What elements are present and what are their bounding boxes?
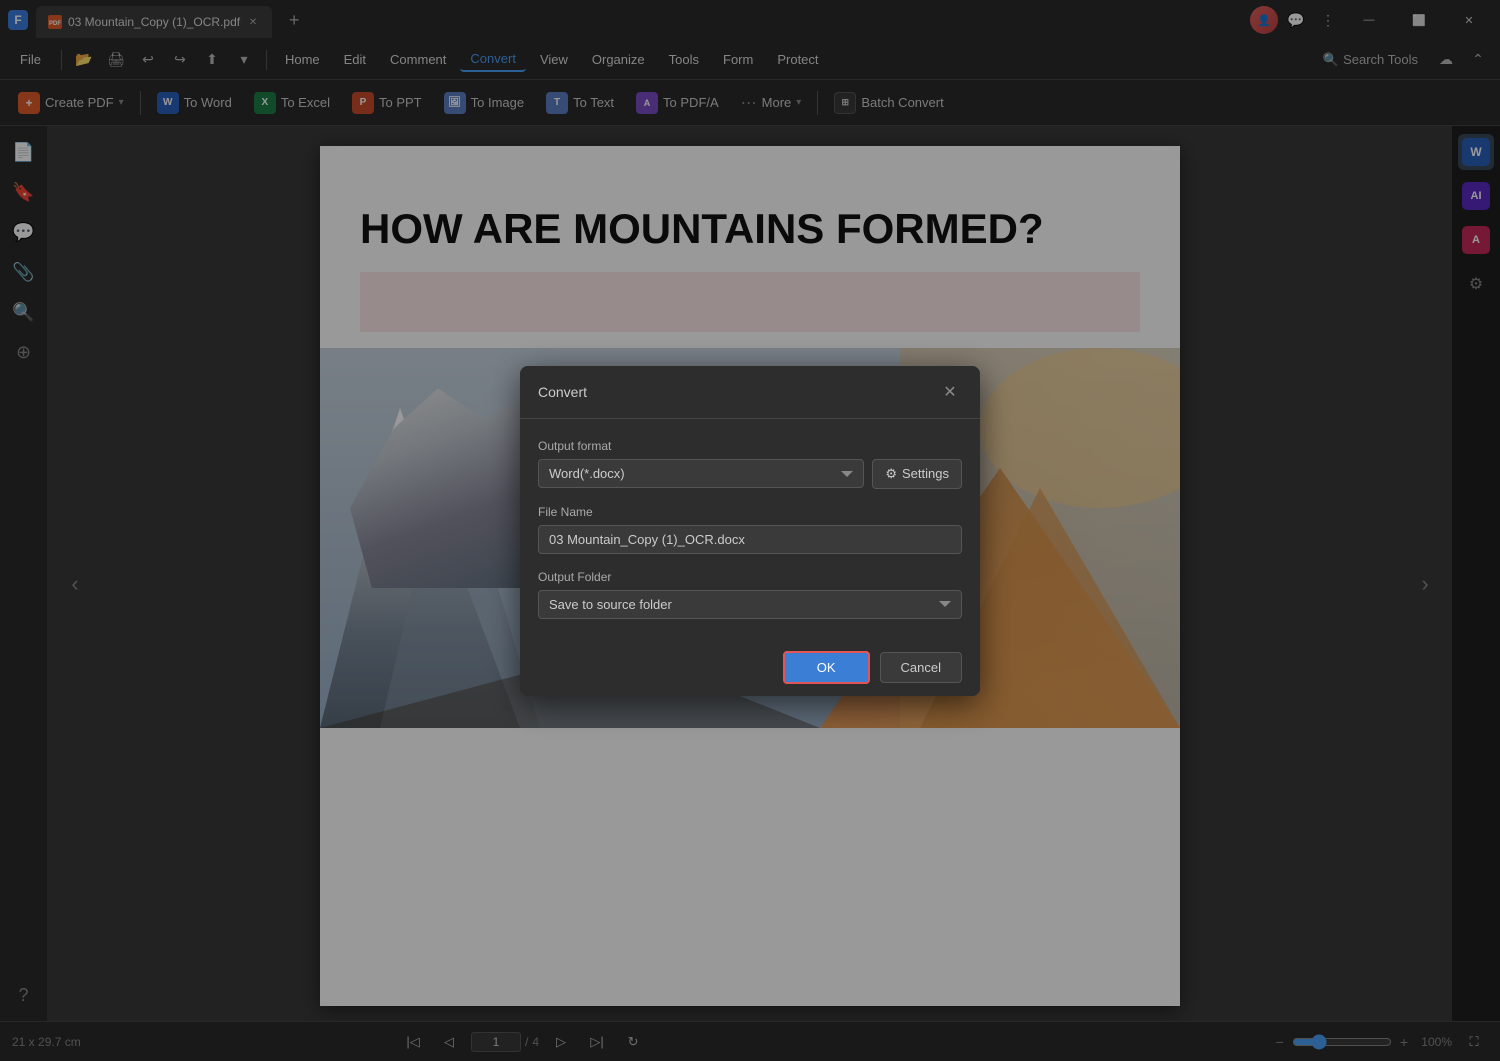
output-folder-section: Output Folder Save to source folder Cust… (538, 570, 962, 619)
convert-dialog: Convert ✕ Output format Word(*.docx) Exc… (520, 366, 980, 696)
file-name-section: File Name (538, 505, 962, 554)
cancel-button[interactable]: Cancel (880, 652, 962, 683)
output-format-row: Word(*.docx) Excel(*.xlsx) PowerPoint(*.… (538, 459, 962, 489)
output-format-section: Output format Word(*.docx) Excel(*.xlsx)… (538, 439, 962, 489)
settings-button[interactable]: ⚙ Settings (872, 459, 962, 489)
dialog-overlay: Convert ✕ Output format Word(*.docx) Exc… (0, 0, 1500, 1061)
ok-button[interactable]: OK (783, 651, 870, 684)
dialog-body: Output format Word(*.docx) Excel(*.xlsx)… (520, 419, 980, 639)
output-folder-select[interactable]: Save to source folder Custom folder (538, 590, 962, 619)
settings-gear-icon: ⚙ (885, 466, 897, 482)
output-format-label: Output format (538, 439, 962, 453)
dialog-title: Convert (538, 384, 587, 400)
dialog-footer: OK Cancel (520, 639, 980, 696)
settings-label: Settings (902, 466, 949, 481)
dialog-header: Convert ✕ (520, 366, 980, 419)
file-name-label: File Name (538, 505, 962, 519)
output-folder-label: Output Folder (538, 570, 962, 584)
output-format-select[interactable]: Word(*.docx) Excel(*.xlsx) PowerPoint(*.… (538, 459, 864, 488)
dialog-close-button[interactable]: ✕ (938, 380, 962, 404)
file-name-input[interactable] (538, 525, 962, 554)
